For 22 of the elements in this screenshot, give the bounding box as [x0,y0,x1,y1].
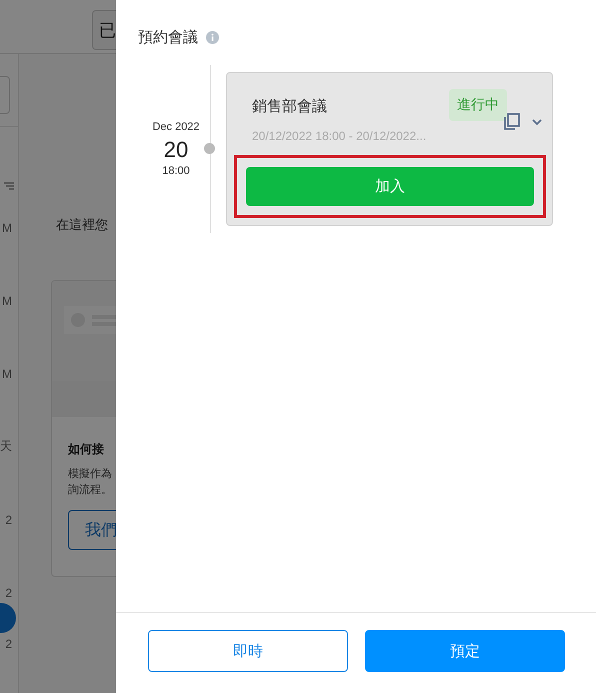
list-time: M [2,220,12,236]
status-badge: 進行中 [449,89,507,121]
meeting-time-range: 20/12/2022 18:00 - 20/12/2022... [252,128,428,144]
instant-button[interactable]: 即時 [148,630,348,672]
date-month: Dec 2022 [152,121,200,133]
list-time: 2 [5,636,12,653]
card-text: 模擬作為 詢流程。 [68,467,113,498]
list-time: 2 [5,584,12,602]
join-button[interactable]: 加入 [246,167,534,206]
intro-text: 在這裡您 [56,216,109,234]
tab-button[interactable]: 已 [92,10,116,50]
card-button[interactable]: 我們 [68,510,116,550]
date-day: 20 [164,137,188,163]
list-time: M [2,292,12,310]
schedule-button[interactable]: 預定 [365,630,565,672]
start-time: 18:00 [162,165,190,177]
list-time: M [2,366,12,382]
card-title: 如何接 [68,441,105,458]
list-time: 2 [5,512,12,528]
list-time: 天 [0,438,12,455]
drawer-title: 預約會議 [138,28,198,47]
meeting-title: 銷售部會議 [252,97,328,116]
